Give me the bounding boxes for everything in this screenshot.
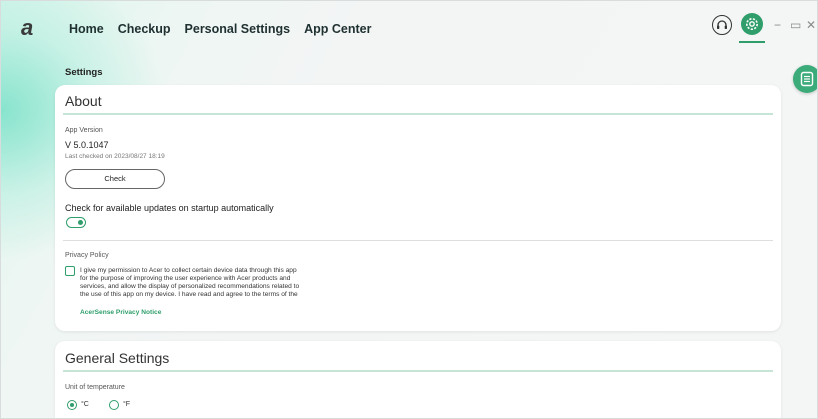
settings-button[interactable]: [739, 13, 765, 43]
about-card: About App Version V 5.0.1047 Last checke…: [55, 85, 781, 331]
unit-celsius-radio[interactable]: [67, 400, 77, 410]
general-settings-card: General Settings Unit of temperature °C …: [55, 341, 781, 418]
unit-fahrenheit-radio[interactable]: [109, 400, 119, 410]
privacy-consent-text: I give my permission to Acer to collect …: [80, 267, 360, 299]
headset-icon: [717, 20, 727, 29]
support-button[interactable]: [712, 15, 732, 35]
toggle-knob: [78, 219, 83, 225]
temperature-unit-label: Unit of temperature: [65, 384, 125, 391]
check-button[interactable]: Check: [65, 169, 165, 189]
auto-update-label: Check for available updates on startup a…: [65, 203, 274, 213]
nav-checkup[interactable]: Checkup: [118, 22, 171, 36]
app-version-label: App Version: [65, 127, 103, 134]
app-version-value: V 5.0.1047: [65, 140, 109, 150]
privacy-consent-checkbox[interactable]: [65, 266, 75, 276]
main-nav: Home Checkup Personal Settings App Cente…: [69, 22, 372, 36]
privacy-line-3: services, and allow the display of perso…: [80, 283, 300, 290]
close-button[interactable]: ✕: [806, 18, 816, 32]
general-title-underline: [63, 370, 773, 372]
nav-home[interactable]: Home: [69, 22, 104, 36]
privacy-line-2: for the purpose of improving the user ex…: [80, 275, 291, 282]
settings-active-indicator: [741, 13, 763, 35]
unit-celsius-label: °C: [81, 401, 89, 408]
general-settings-title: General Settings: [65, 350, 170, 366]
privacy-line-4: the use of this app on my device. I have…: [80, 291, 298, 298]
privacy-line-1: I give my permission to Acer to collect …: [80, 267, 297, 274]
restore-button[interactable]: ▭: [790, 18, 801, 32]
privacy-policy-label: Privacy Policy: [65, 252, 109, 259]
minimize-button[interactable]: −: [774, 18, 781, 32]
notes-icon: [800, 71, 814, 87]
app-window: a Home Checkup Personal Settings App Cen…: [0, 0, 818, 419]
about-title-underline: [63, 113, 773, 115]
active-tab-underline: [739, 41, 765, 43]
auto-update-toggle[interactable]: [66, 217, 86, 228]
about-title: About: [65, 93, 102, 109]
top-bar: a Home Checkup Personal Settings App Cen…: [1, 1, 817, 53]
gear-icon: [746, 18, 758, 30]
section-divider: [63, 240, 773, 241]
unit-fahrenheit-label: °F: [123, 401, 131, 408]
nav-personal-settings[interactable]: Personal Settings: [185, 22, 291, 36]
page-title: Settings: [65, 67, 103, 78]
nav-app-center[interactable]: App Center: [304, 22, 371, 36]
side-panel-button[interactable]: [793, 65, 817, 93]
privacy-notice-link[interactable]: AcerSense Privacy Notice: [80, 309, 161, 316]
acer-logo: a: [21, 15, 34, 40]
last-checked-text: Last checked on 2023/08/27 18:19: [65, 153, 165, 160]
